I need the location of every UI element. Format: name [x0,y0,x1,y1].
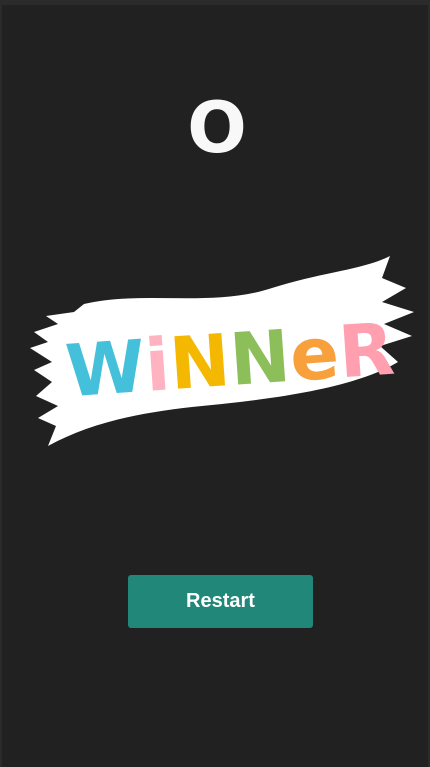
banner-letter: W [63,324,148,413]
banner-letter: e [287,310,342,397]
banner-letter: N [167,318,233,406]
winner-banner: WiNNeR [22,250,422,450]
winner-symbol: O [187,87,247,169]
game-screen: O WiNNeR Restart [0,0,430,767]
banner-letter: N [227,314,293,402]
restart-button[interactable]: Restart [128,575,313,628]
winner-banner-graphic: WiNNeR [30,256,414,446]
banner-letter: R [336,307,397,395]
